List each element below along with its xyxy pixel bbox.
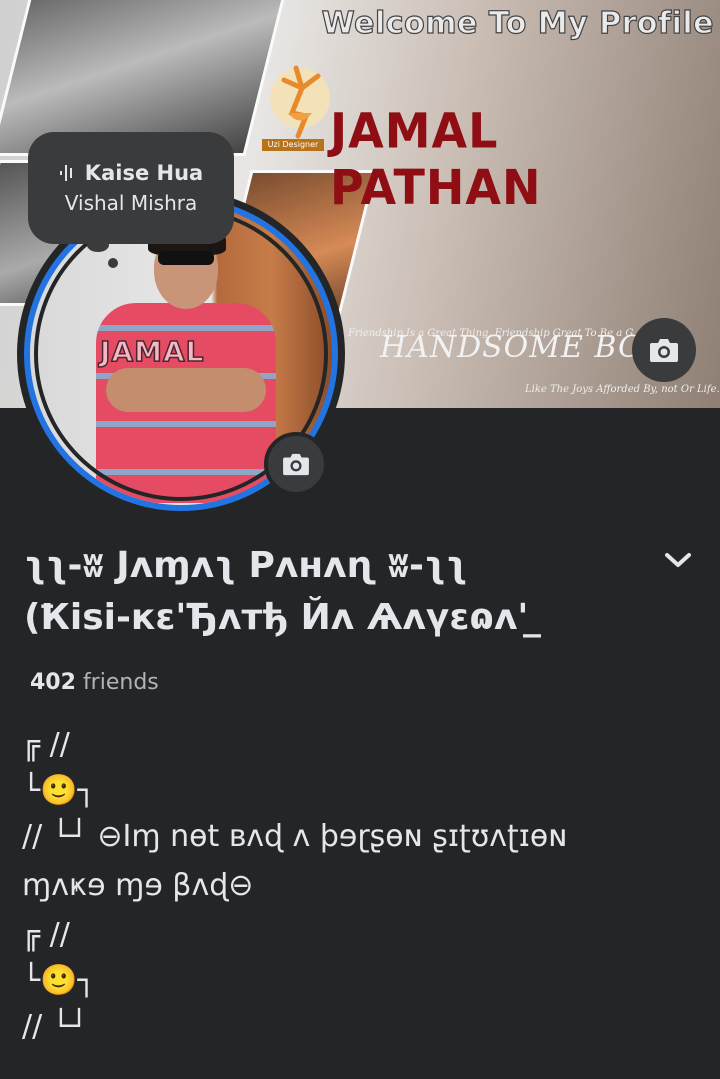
profile-name: ʅʅ-ʬ Jʌɱʌʅ Pʌнʌɳ ʬ-ʅʅ (Ҟisi-кɛ'Ђʌтђ Йʌ Ѧ… [24,540,644,644]
bio-quote-line-2: ɱʌҝɘ ɱɘ βʌɖ⊖ [22,868,254,903]
friends-number: 402 [30,670,76,695]
song-title-row: Kaise Hua [59,161,203,185]
avatar-label: JAMAL [99,334,205,369]
profile-name-line-2: (Ҟisi-кɛ'Ђʌтђ Йʌ Ѧʌүɛɷʌ' ̲ [24,597,541,638]
bio-deco-line: ╔ // [22,727,70,762]
cover-title: Welcome To My Profile [321,5,714,41]
bio-deco-line: // └┘ [22,1009,88,1044]
edit-cover-camera-button[interactable] [632,318,696,382]
audio-wave-icon [59,165,72,181]
bio-quote-text: ⊖Iɱ nɵt ʙʌɖ ʌ ϸɘɽʂɵɴ ʂɪʈʊʌʈɪɵɴ [97,819,568,854]
song-artist: Vishal Mishra [64,191,198,215]
bio-deco-line: └🙂┐ [22,773,96,808]
cover-caption-2: Like The Joys Afforded By, not Or Life. [525,384,720,395]
friends-count[interactable]: 402 friends [30,670,159,695]
bio-deco-line: ╔ // [22,917,70,952]
profile-name-line-1: ʅʅ-ʬ Jʌɱʌʅ Pʌнʌɳ ʬ-ʅʅ [24,545,468,586]
chevron-down-icon [665,553,691,567]
edit-avatar-camera-button[interactable] [264,432,328,496]
camera-icon [650,339,678,362]
music-note-bubble[interactable]: Kaise Hua Vishal Mishra [28,132,234,244]
name-dropdown-button[interactable] [660,545,696,575]
friends-label: friends [82,670,159,695]
bio-deco: // └┘ [22,819,88,854]
profile-bio: ╔ // └🙂┐ // └┘ ⊖Iɱ nɵt ʙʌɖ ʌ ϸɘɽʂɵɴ ʂɪʈʊ… [22,722,702,1050]
camera-icon [283,453,309,476]
cover-name-text: JAMAL PATHAN [330,102,542,216]
song-title: Kaise Hua [84,161,204,185]
cover-tagline: HANDSOME BO [380,330,644,365]
bio-quote-line: // └┘ ⊖Iɱ nɵt ʙʌɖ ʌ ϸɘɽʂɵɴ ʂɪʈʊʌʈɪɵɴ [22,814,702,860]
bubble-tail [87,238,109,252]
logo-label: Uzi Designer [262,139,324,151]
bio-deco-line: └🙂┐ [22,963,96,998]
bubble-tail [108,258,118,268]
